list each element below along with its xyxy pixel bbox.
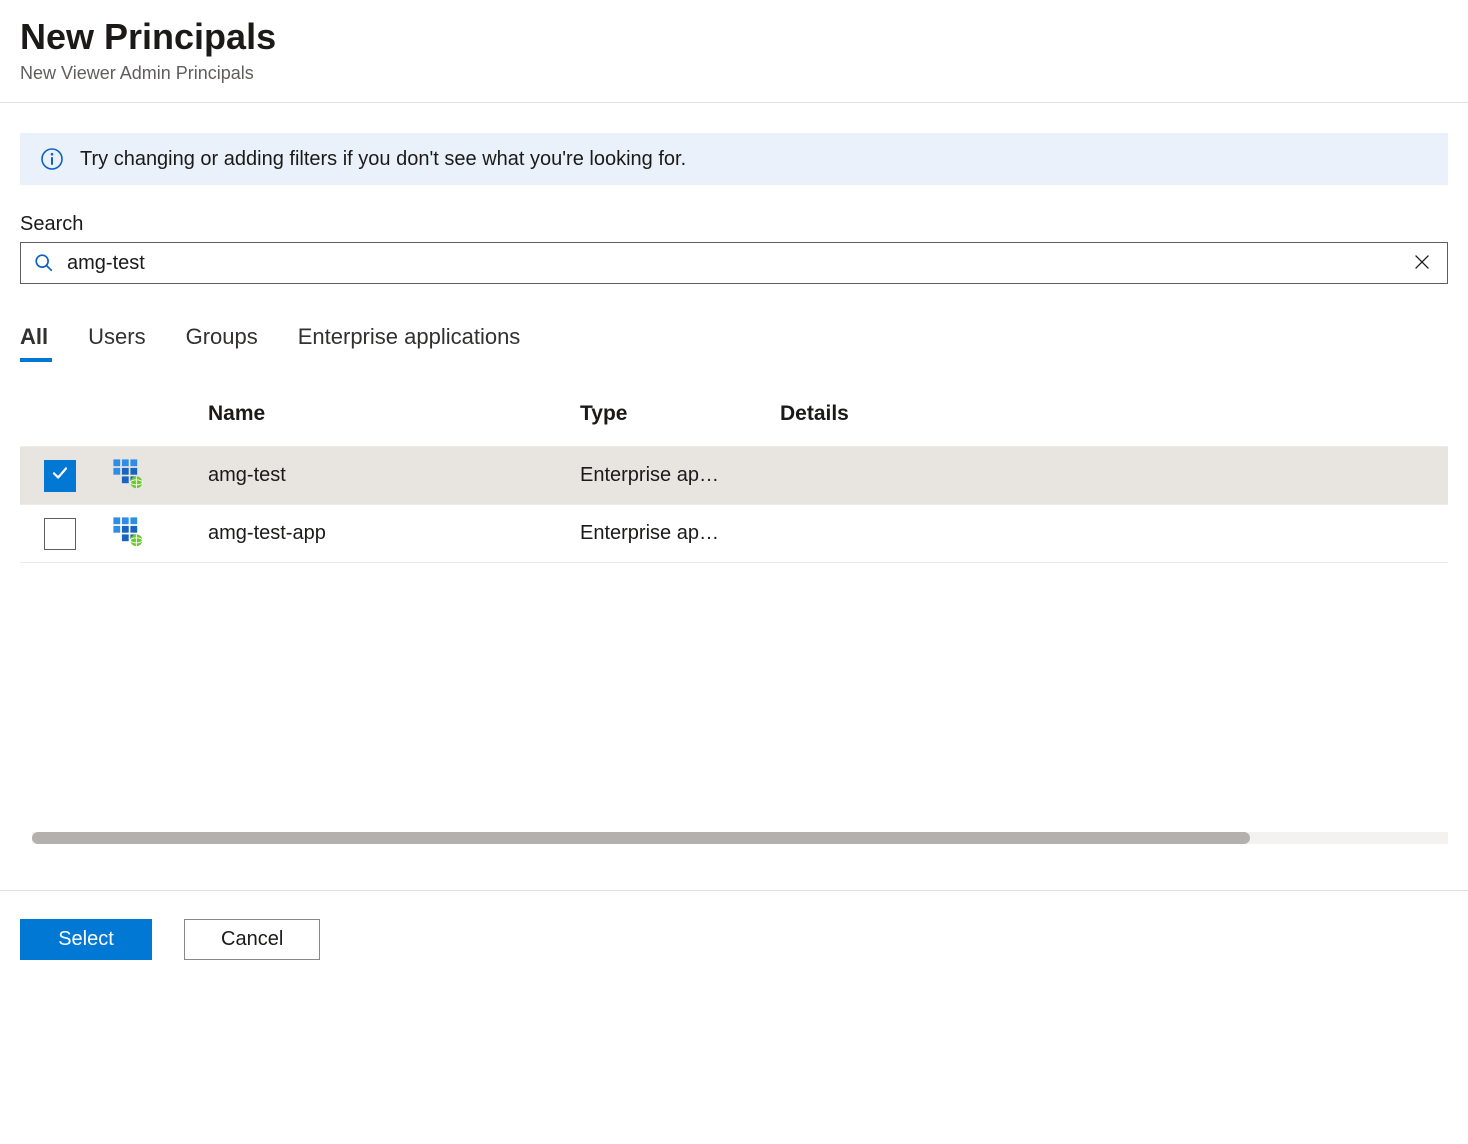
tab-users[interactable]: Users bbox=[88, 324, 145, 360]
info-banner-text: Try changing or adding filters if you do… bbox=[80, 148, 686, 171]
checkmark-icon bbox=[51, 464, 69, 487]
column-header-type[interactable]: Type bbox=[580, 402, 780, 426]
row-type: Enterprise ap… bbox=[580, 522, 780, 545]
row-checkbox[interactable] bbox=[44, 460, 76, 492]
info-banner: Try changing or adding filters if you do… bbox=[20, 133, 1448, 185]
tab-all[interactable]: All bbox=[20, 324, 48, 360]
scrollbar-thumb[interactable] bbox=[32, 832, 1250, 844]
page-subtitle: New Viewer Admin Principals bbox=[20, 63, 1448, 84]
filter-tabs: All Users Groups Enterprise applications bbox=[20, 324, 1448, 360]
row-name: amg-test bbox=[208, 464, 580, 487]
tab-enterprise-applications[interactable]: Enterprise applications bbox=[298, 324, 521, 360]
enterprise-application-icon bbox=[110, 456, 144, 495]
select-button[interactable]: Select bbox=[20, 919, 152, 960]
info-icon bbox=[40, 147, 64, 171]
table-row[interactable]: amg-test Enterprise ap… bbox=[20, 447, 1448, 505]
results-table-body: amg-test Enterprise ap… bbox=[20, 446, 1448, 563]
row-name: amg-test-app bbox=[208, 522, 580, 545]
search-input[interactable] bbox=[67, 252, 1407, 275]
tab-groups[interactable]: Groups bbox=[186, 324, 258, 360]
horizontal-scrollbar[interactable] bbox=[32, 832, 1448, 844]
cancel-button[interactable]: Cancel bbox=[184, 919, 320, 960]
dialog-footer: Select Cancel bbox=[0, 890, 1468, 988]
search-label: Search bbox=[20, 213, 1448, 236]
column-header-name[interactable]: Name bbox=[208, 402, 580, 426]
page-title: New Principals bbox=[20, 14, 1448, 59]
search-icon bbox=[33, 252, 55, 274]
column-header-details[interactable]: Details bbox=[780, 402, 849, 426]
clear-search-button[interactable] bbox=[1407, 247, 1437, 280]
search-field-wrapper bbox=[20, 242, 1448, 284]
enterprise-application-icon bbox=[110, 514, 144, 553]
row-checkbox[interactable] bbox=[44, 518, 76, 550]
row-type: Enterprise ap… bbox=[580, 464, 780, 487]
results-table-header: Name Type Details bbox=[20, 402, 1448, 446]
table-row[interactable]: amg-test-app Enterprise ap… bbox=[20, 505, 1448, 563]
close-icon bbox=[1411, 251, 1433, 276]
